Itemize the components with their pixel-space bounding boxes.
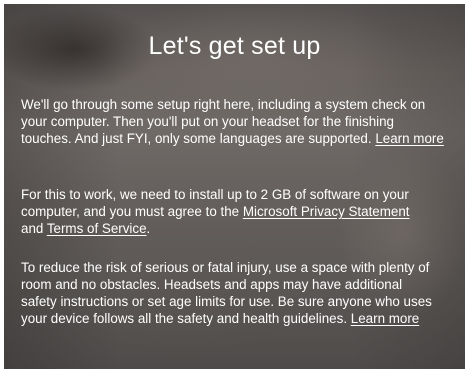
safety-line-3: safety instructions or set age limits fo… [21,294,432,309]
install-line-2-text: computer, and you must agree to the [21,204,243,219]
page-title: Let's get set up [148,32,321,60]
safety-line-4-text: your device follows all the safety and h… [21,311,351,326]
intro-line-1: We'll go through some setup right here, … [21,97,426,112]
install-line-3-pre: and [21,221,47,236]
install-line-3: and Terms of Service. [21,220,465,237]
install-line-2: computer, and you must agree to the Micr… [21,203,465,220]
install-line-1: For this to work, we need to install up … [21,187,409,202]
safety-line-4: your device follows all the safety and h… [21,310,465,327]
learn-more-safety-link[interactable]: Learn more [351,311,419,326]
setup-window: Let's get set up We'll go through some s… [4,4,465,369]
privacy-statement-link[interactable]: Microsoft Privacy Statement [243,204,410,219]
intro-line-3: touches. And just FYI, only some languag… [21,130,465,147]
intro-line-2: your computer. Then you'll put on your h… [21,114,395,129]
install-line-3-post: . [146,221,151,236]
install-paragraph: For this to work, we need to install up … [21,186,465,237]
intro-paragraph: We'll go through some setup right here, … [21,96,465,147]
learn-more-languages-link[interactable]: Learn more [375,131,443,146]
intro-line-3-text: touches. And just FYI, only some languag… [21,131,376,146]
terms-of-service-link[interactable]: Terms of Service [47,221,147,236]
safety-line-2: room and no obstacles. Headsets and apps… [21,277,403,292]
safety-paragraph: To reduce the risk of serious or fatal i… [21,259,465,327]
safety-line-1: To reduce the risk of serious or fatal i… [21,260,430,275]
